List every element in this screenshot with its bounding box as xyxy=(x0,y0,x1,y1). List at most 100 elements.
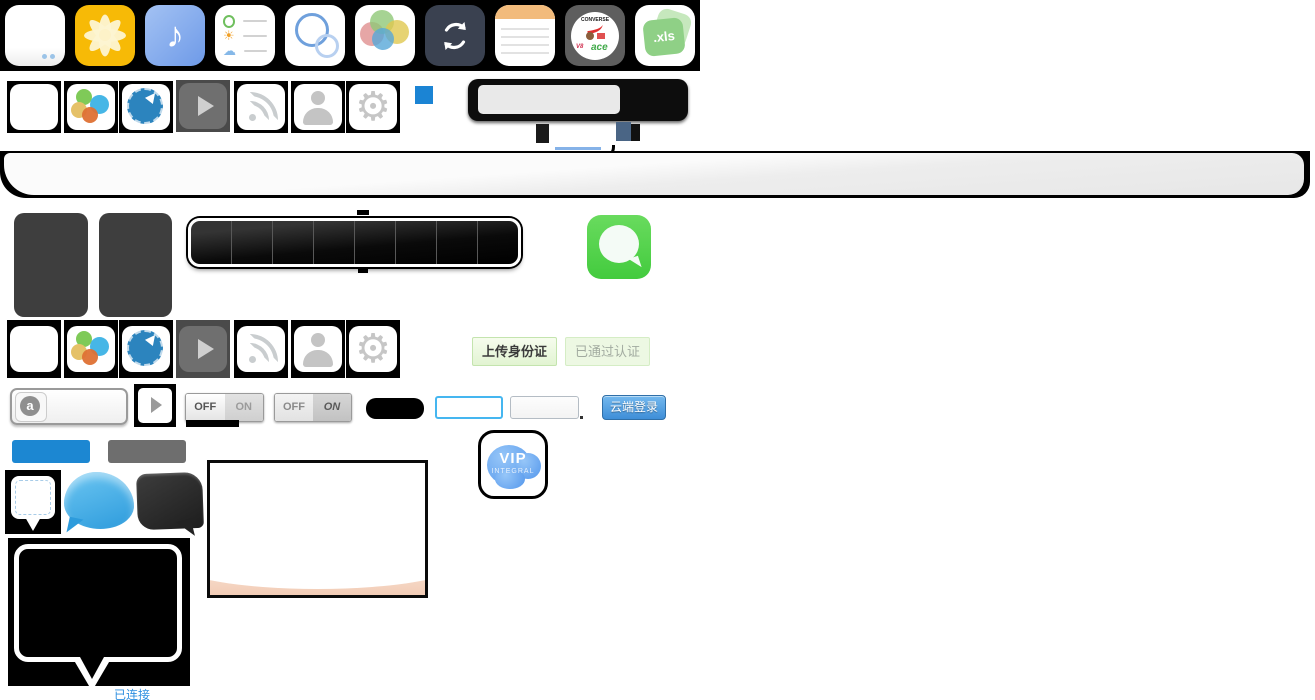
person-body xyxy=(303,350,333,367)
toggle1-on-label[interactable]: ON xyxy=(225,394,264,421)
blank-tile-icon[interactable] xyxy=(10,84,58,130)
cloud-bullet-icon: ☁ xyxy=(223,44,236,59)
mark-slate xyxy=(616,122,631,141)
search-bar-input[interactable] xyxy=(478,85,620,114)
vip-subtitle: INTEGRAL xyxy=(478,468,548,475)
blue-circles-icon[interactable] xyxy=(285,5,345,66)
white-bag-icon[interactable] xyxy=(5,5,65,66)
blue-bubble xyxy=(372,28,394,50)
rss-arc xyxy=(250,334,278,362)
off-on-toggle-1[interactable]: OFF ON xyxy=(185,393,264,422)
small-circle xyxy=(315,34,339,58)
white-bubble-tail xyxy=(25,517,41,531)
list-line xyxy=(243,20,267,22)
play-icon[interactable] xyxy=(179,326,227,372)
monkey-logo-icon xyxy=(586,32,594,40)
xls-spreadsheet-icon[interactable]: .xls xyxy=(635,5,695,66)
chat-bubbles-icon[interactable] xyxy=(355,5,415,66)
segment[interactable] xyxy=(355,221,396,264)
segment[interactable] xyxy=(273,221,314,264)
play-icon[interactable] xyxy=(179,83,227,129)
notes-header xyxy=(495,5,555,19)
verified-status-button[interactable]: 已通过认证 xyxy=(565,337,650,366)
cloud-login-button[interactable]: 云端登录 xyxy=(602,395,666,420)
notes-line xyxy=(501,52,549,54)
search-icon: a xyxy=(20,396,40,416)
green-ring-bullet xyxy=(223,15,235,28)
dark-card xyxy=(99,213,172,317)
toggle2-on-label[interactable]: ON xyxy=(313,394,351,421)
sync-icon[interactable] xyxy=(425,5,485,66)
notes-line xyxy=(501,28,549,30)
brands-collage-icon[interactable]: CONVERSE V8 ace xyxy=(565,5,625,66)
color-bubbles-icon[interactable] xyxy=(67,326,115,372)
blue-square-swatch xyxy=(415,86,433,104)
play-triangle xyxy=(198,339,214,359)
dashed-inner-border xyxy=(15,480,51,515)
rss-arc xyxy=(250,92,278,120)
settings-gear-icon[interactable]: ⚙ xyxy=(349,84,397,130)
rss-icon[interactable] xyxy=(237,326,285,372)
brand-circle: CONVERSE V8 ace xyxy=(571,12,619,60)
text-input-focused[interactable] xyxy=(435,396,503,419)
rss-icon[interactable] xyxy=(237,84,285,130)
segment[interactable] xyxy=(478,221,518,264)
music-note-glyph: ♪ xyxy=(166,14,184,55)
list-line xyxy=(244,50,267,52)
dark-card xyxy=(14,213,88,317)
orange-dot xyxy=(82,349,98,365)
reminders-list-icon[interactable]: ☀ ☁ xyxy=(215,5,275,66)
off-on-toggle-2[interactable]: OFF ON xyxy=(274,393,352,422)
curve-overlay xyxy=(207,537,428,589)
flower-center xyxy=(99,29,111,41)
segment[interactable] xyxy=(232,221,273,264)
toggle2-off-label[interactable]: OFF xyxy=(275,394,313,421)
black-pill xyxy=(366,398,424,419)
xls-label: .xls xyxy=(642,17,686,57)
mark-black2 xyxy=(631,124,640,141)
segment[interactable] xyxy=(396,221,437,264)
blue-button-shape[interactable] xyxy=(12,440,90,463)
list-line xyxy=(243,35,267,37)
segment[interactable] xyxy=(437,221,478,264)
segmented-nav-bar[interactable] xyxy=(188,218,521,267)
large-bubble-tail-fill xyxy=(80,657,104,679)
sprite-sheet-canvas: ♪ ☀ ☁ CONVERSE xyxy=(0,0,1315,700)
tick-mark xyxy=(358,268,368,273)
gray-button-shape[interactable] xyxy=(108,440,186,463)
segment[interactable] xyxy=(314,221,355,264)
person-head xyxy=(311,91,325,105)
mark-black xyxy=(536,124,549,143)
settings-gear-icon[interactable]: ⚙ xyxy=(349,326,397,372)
gear-glyph: ⚙ xyxy=(349,84,397,130)
flower-photos-icon[interactable] xyxy=(75,5,135,66)
gear-glyph: ⚙ xyxy=(349,326,397,372)
brand-text-ace: ace xyxy=(591,42,608,53)
vip-title: VIP xyxy=(478,450,548,467)
blue-bubble-tail xyxy=(66,517,83,536)
upload-id-button[interactable]: 上传身份证 xyxy=(472,337,557,366)
blue-clock-icon[interactable] xyxy=(122,326,170,372)
tick-mark xyxy=(357,210,369,215)
music-icon[interactable]: ♪ xyxy=(145,5,205,66)
blank-tile-icon[interactable] xyxy=(10,326,58,372)
segment[interactable] xyxy=(191,221,232,264)
toggle1-off-label[interactable]: OFF xyxy=(186,394,225,421)
contact-icon[interactable] xyxy=(294,84,342,130)
color-bubbles-icon[interactable] xyxy=(67,84,115,130)
orange-dot xyxy=(82,107,98,123)
dot xyxy=(42,54,47,59)
brand-text-v8: V8 xyxy=(576,44,583,50)
glossy-toolbar xyxy=(4,153,1304,195)
clock-dial xyxy=(127,88,163,124)
flag-logo-icon xyxy=(597,33,605,39)
text-input[interactable] xyxy=(510,396,579,419)
play-triangle xyxy=(198,96,214,116)
contact-icon[interactable] xyxy=(294,326,342,372)
blue-clock-icon[interactable] xyxy=(122,84,170,130)
person-head xyxy=(311,333,325,347)
sun-bullet-icon: ☀ xyxy=(223,29,235,44)
notes-icon[interactable] xyxy=(495,5,555,66)
popup-panel xyxy=(207,460,428,598)
person-body xyxy=(303,108,333,125)
